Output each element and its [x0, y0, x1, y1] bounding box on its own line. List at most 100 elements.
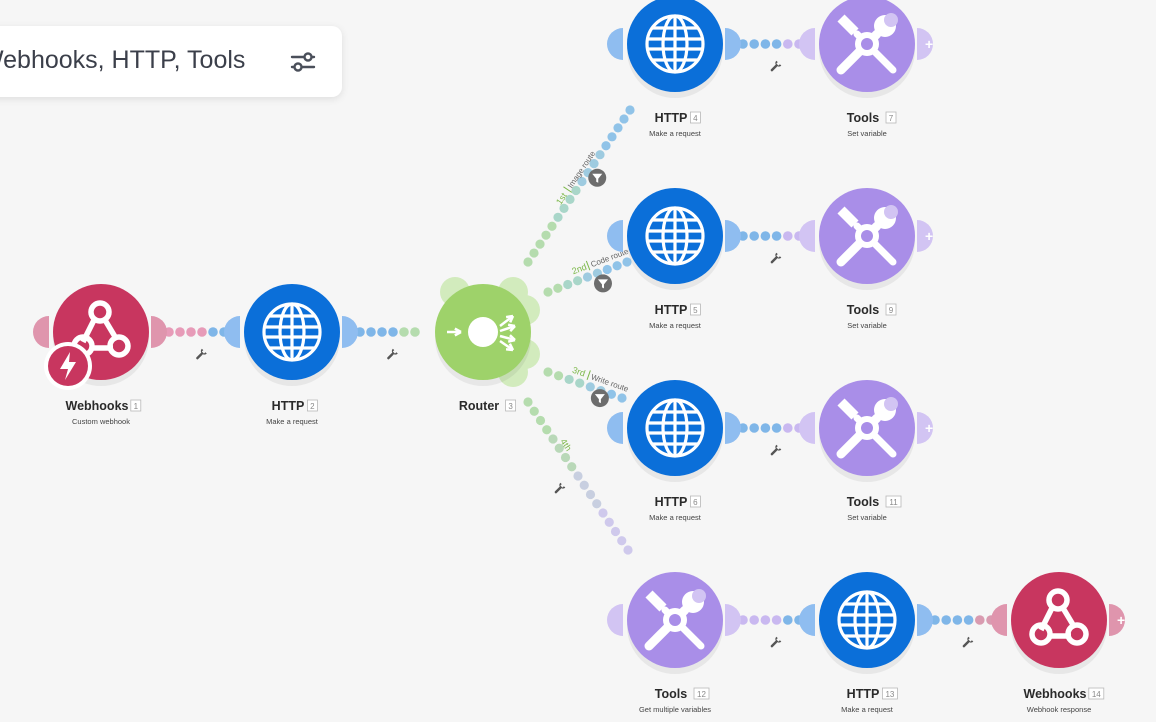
- scenario-search-card[interactable]: Webhooks, HTTP, Tools: [0, 26, 342, 97]
- wrench-icon[interactable]: [961, 636, 974, 650]
- module-number: 13: [885, 690, 894, 699]
- wrench-icon[interactable]: [769, 60, 782, 74]
- module-webhooks-1[interactable]: Webhooks 1 Custom webhook: [33, 284, 167, 426]
- module-app-name: HTTP: [272, 399, 305, 413]
- wrench-icon[interactable]: [194, 348, 207, 362]
- module-app-name: HTTP: [655, 303, 688, 317]
- route-filter-icon-1[interactable]: [588, 168, 607, 187]
- sliders-icon[interactable]: [288, 48, 318, 76]
- instant-trigger-icon: [44, 342, 92, 390]
- svg-text:3rd: 3rd: [571, 365, 587, 379]
- module-http-6[interactable]: HTTP 6 Make a request: [607, 380, 741, 522]
- connector-2-3: [355, 327, 420, 337]
- module-tools-9[interactable]: + Tools 9Set variable: [799, 188, 933, 330]
- add-module-plus-icon[interactable]: +: [1117, 612, 1125, 628]
- scenario-search-text: Webhooks, HTTP, Tools: [0, 46, 246, 74]
- module-app-name: Webhooks: [1024, 687, 1087, 701]
- input-handle[interactable]: [33, 316, 49, 348]
- input-handle[interactable]: [799, 412, 815, 444]
- module-app-name: HTTP: [655, 111, 688, 125]
- output-handle[interactable]: [342, 316, 358, 348]
- module-action: Make a request: [649, 321, 702, 330]
- connector-12-13: [738, 615, 804, 625]
- svg-text:+: +: [925, 36, 933, 52]
- output-handle[interactable]: [725, 28, 741, 60]
- module-number: 1: [134, 402, 139, 411]
- connector-4-7: [738, 39, 804, 49]
- connector-6-11: [738, 423, 804, 433]
- module-label: Tools 12 Get multiple variables: [639, 687, 711, 714]
- module-app-name: HTTP: [847, 687, 880, 701]
- module-number: 9: [889, 306, 894, 315]
- module-app-name: Tools: [847, 303, 879, 317]
- svg-text:+: +: [925, 420, 933, 436]
- module-action: Make a request: [266, 417, 319, 426]
- output-handle[interactable]: [725, 220, 741, 252]
- wrench-icon[interactable]: [553, 482, 566, 496]
- module-action: Set variable: [847, 321, 887, 330]
- add-module-plus-icon[interactable]: +: [925, 420, 933, 436]
- module-http-13[interactable]: HTTP 13 Make a request: [799, 572, 933, 714]
- add-module-plus-icon[interactable]: +: [925, 36, 933, 52]
- module-app-name: Tools: [847, 495, 879, 509]
- module-number: 4: [693, 114, 698, 123]
- module-tools-7[interactable]: + Tools 7Set variable: [799, 0, 933, 138]
- input-handle[interactable]: [799, 220, 815, 252]
- module-label: HTTP 4 Make a request: [649, 111, 702, 138]
- output-handle[interactable]: [151, 316, 167, 348]
- module-label: HTTP 5 Make a request: [649, 303, 702, 330]
- input-handle[interactable]: [224, 316, 240, 348]
- output-handle[interactable]: [725, 412, 741, 444]
- module-number: 6: [693, 498, 698, 507]
- connector-5-9: [738, 231, 804, 241]
- connector-1-2: [164, 327, 229, 337]
- input-handle[interactable]: [799, 28, 815, 60]
- input-handle[interactable]: [607, 412, 623, 444]
- module-action: Webhook response: [1027, 705, 1092, 714]
- svg-text:+: +: [1117, 612, 1125, 628]
- module-app-name: Tools: [847, 111, 879, 125]
- module-number: 2: [310, 402, 315, 411]
- module-label: Tools 7Set variable: [847, 111, 897, 138]
- wrench-icon[interactable]: [769, 636, 782, 650]
- svg-text:+: +: [925, 228, 933, 244]
- module-number: 12: [697, 690, 706, 699]
- module-label: Router 3: [459, 399, 517, 413]
- module-label: Webhooks 14Webhook response: [1024, 687, 1105, 714]
- input-handle[interactable]: [607, 604, 623, 636]
- module-webhooks-14[interactable]: + Webhooks 14Webhook response: [991, 572, 1125, 714]
- module-number: 3: [508, 402, 513, 411]
- module-action: Make a request: [649, 513, 702, 522]
- wrench-icon[interactable]: [769, 444, 782, 458]
- input-handle[interactable]: [799, 604, 815, 636]
- module-tools-12[interactable]: Tools 12 Get multiple variables: [607, 572, 741, 714]
- module-label: Tools 11Set variable: [847, 495, 902, 522]
- module-app-name: HTTP: [655, 495, 688, 509]
- output-handle[interactable]: [725, 604, 741, 636]
- route-filter-icon-3[interactable]: [590, 389, 609, 408]
- module-number: 5: [693, 306, 698, 315]
- module-label: HTTP 6 Make a request: [649, 495, 702, 522]
- input-handle[interactable]: [607, 220, 623, 252]
- module-app-name: Webhooks: [66, 399, 129, 413]
- wrench-icon[interactable]: [385, 348, 398, 362]
- input-handle[interactable]: [991, 604, 1007, 636]
- module-action: Get multiple variables: [639, 705, 711, 714]
- svg-text:1st: 1st: [554, 191, 569, 207]
- scenario-canvas[interactable]: 1stImage route2nd Code route3rdWrite rout…: [0, 0, 1156, 722]
- module-action: Make a request: [841, 705, 894, 714]
- module-number: 11: [889, 498, 898, 507]
- module-label: HTTP 2 Make a request: [266, 399, 319, 426]
- output-handle[interactable]: [917, 604, 933, 636]
- module-router-3[interactable]: Router 3: [435, 277, 540, 413]
- input-handle[interactable]: [607, 28, 623, 60]
- module-label: HTTP 13 Make a request: [841, 687, 898, 714]
- wrench-icon[interactable]: [769, 252, 782, 266]
- module-http-2[interactable]: HTTP 2 Make a request: [224, 284, 358, 426]
- module-tools-11[interactable]: + Tools 11Set variable: [799, 380, 933, 522]
- module-action: Set variable: [847, 513, 887, 522]
- module-app-name: Router: [459, 399, 499, 413]
- module-app-name: Tools: [655, 687, 687, 701]
- add-module-plus-icon[interactable]: +: [925, 228, 933, 244]
- route-filter-icon-2[interactable]: [593, 274, 612, 293]
